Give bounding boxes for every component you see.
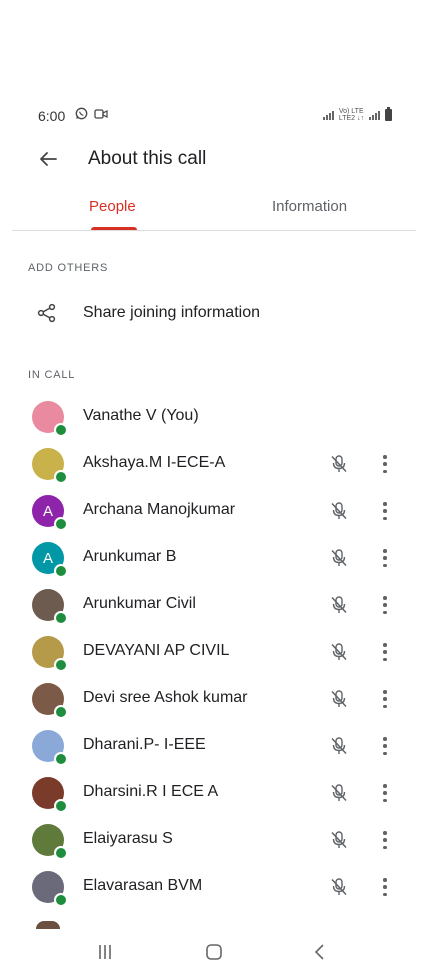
more-options-icon[interactable] — [376, 782, 394, 804]
more-options-icon[interactable] — [376, 688, 394, 710]
more-options-icon[interactable] — [376, 829, 394, 851]
share-joining-info-label: Share joining information — [83, 304, 260, 321]
system-nav-bar — [0, 938, 428, 966]
participant-name: Dharsini.R I ECE A — [83, 783, 219, 800]
participant-name: Elavarasan BVM — [83, 877, 203, 894]
participant-row[interactable]: Akshaya.M I-ECE-A — [0, 444, 428, 484]
network-label-top: Vo) LTE — [338, 108, 364, 115]
tab-bar: People Information — [12, 190, 416, 231]
participant-name: Arunkumar B — [83, 548, 177, 565]
share-joining-info-button[interactable]: Share joining information — [0, 295, 428, 333]
participant-name: Devi sree Ashok kumar — [83, 689, 248, 706]
mic-off-icon — [331, 737, 347, 755]
recent-apps-icon[interactable] — [93, 940, 117, 964]
participant-name: Akshaya.M I-ECE-A — [83, 454, 226, 471]
status-bar: 6:00 Vo) LTE LTE2 ↓↑ — [0, 104, 428, 128]
online-status-dot — [54, 423, 68, 437]
online-status-dot — [54, 893, 68, 907]
add-others-heading: ADD OTHERS — [28, 262, 109, 274]
online-status-dot — [54, 611, 68, 625]
online-status-dot — [54, 470, 68, 484]
online-status-dot — [54, 799, 68, 813]
online-status-dot — [54, 564, 68, 578]
participant-name: Elaiyarasu S — [83, 830, 173, 847]
online-status-dot — [54, 752, 68, 766]
more-options-icon[interactable] — [376, 594, 394, 616]
participant-row[interactable]: Elavarasan BVM — [0, 867, 428, 907]
active-tab-indicator — [91, 227, 137, 230]
online-status-dot — [54, 658, 68, 672]
back-nav-icon[interactable] — [308, 940, 332, 964]
more-options-icon[interactable] — [376, 547, 394, 569]
whatsapp-icon — [75, 107, 88, 120]
participant-row[interactable]: Elaiyarasu S — [0, 820, 428, 860]
participant-row[interactable]: Dharsini.R I ECE A — [0, 773, 428, 813]
participant-name: Dharani.P- I-EEE — [83, 736, 206, 753]
participant-row[interactable]: Vanathe V (You) — [0, 397, 428, 437]
signal-icon-2 — [369, 110, 380, 120]
participant-name: Arunkumar Civil — [83, 595, 196, 612]
participant-row[interactable]: DEVAYANI AP CIVIL — [0, 632, 428, 672]
in-call-heading: IN CALL — [28, 369, 76, 381]
participant-row[interactable]: Arunkumar Civil — [0, 585, 428, 625]
battery-icon — [385, 107, 392, 121]
mic-off-icon — [331, 690, 347, 708]
avatar-initial: A — [42, 502, 53, 520]
tab-people[interactable]: People — [89, 198, 136, 215]
participant-name: Archana Manojkumar — [83, 501, 236, 518]
avatar-initial: A — [42, 549, 53, 567]
online-status-dot — [54, 705, 68, 719]
partial-avatar — [36, 921, 60, 929]
mic-off-icon — [331, 878, 347, 896]
tab-information[interactable]: Information — [272, 198, 347, 215]
page-title: About this call — [88, 148, 207, 169]
online-status-dot — [54, 846, 68, 860]
more-options-icon[interactable] — [376, 500, 394, 522]
mic-off-icon — [331, 502, 347, 520]
participant-row[interactable]: A Arunkumar B — [0, 538, 428, 578]
video-call-icon — [94, 108, 108, 119]
network-label-bottom: LTE2 ↓↑ — [338, 115, 364, 122]
participant-name: DEVAYANI AP CIVIL — [83, 642, 230, 659]
mic-off-icon — [331, 455, 347, 473]
participant-name: Vanathe V (You) — [83, 407, 199, 424]
more-options-icon[interactable] — [376, 641, 394, 663]
home-icon[interactable] — [202, 940, 226, 964]
more-options-icon[interactable] — [376, 876, 394, 898]
mic-off-icon — [331, 549, 347, 567]
online-status-dot — [54, 517, 68, 531]
status-time: 6:00 — [38, 108, 66, 124]
share-icon — [37, 303, 56, 323]
mic-off-icon — [331, 596, 347, 614]
more-options-icon[interactable] — [376, 735, 394, 757]
signal-icon — [322, 110, 334, 120]
app-bar: About this call — [0, 140, 428, 180]
participant-row[interactable]: Dharani.P- I-EEE — [0, 726, 428, 766]
mic-off-icon — [331, 831, 347, 849]
back-arrow-icon[interactable] — [38, 149, 58, 169]
participant-row[interactable]: A Archana Manojkumar — [0, 491, 428, 531]
participant-row[interactable]: Devi sree Ashok kumar — [0, 679, 428, 719]
more-options-icon[interactable] — [376, 453, 394, 475]
mic-off-icon — [331, 784, 347, 802]
mic-off-icon — [331, 643, 347, 661]
